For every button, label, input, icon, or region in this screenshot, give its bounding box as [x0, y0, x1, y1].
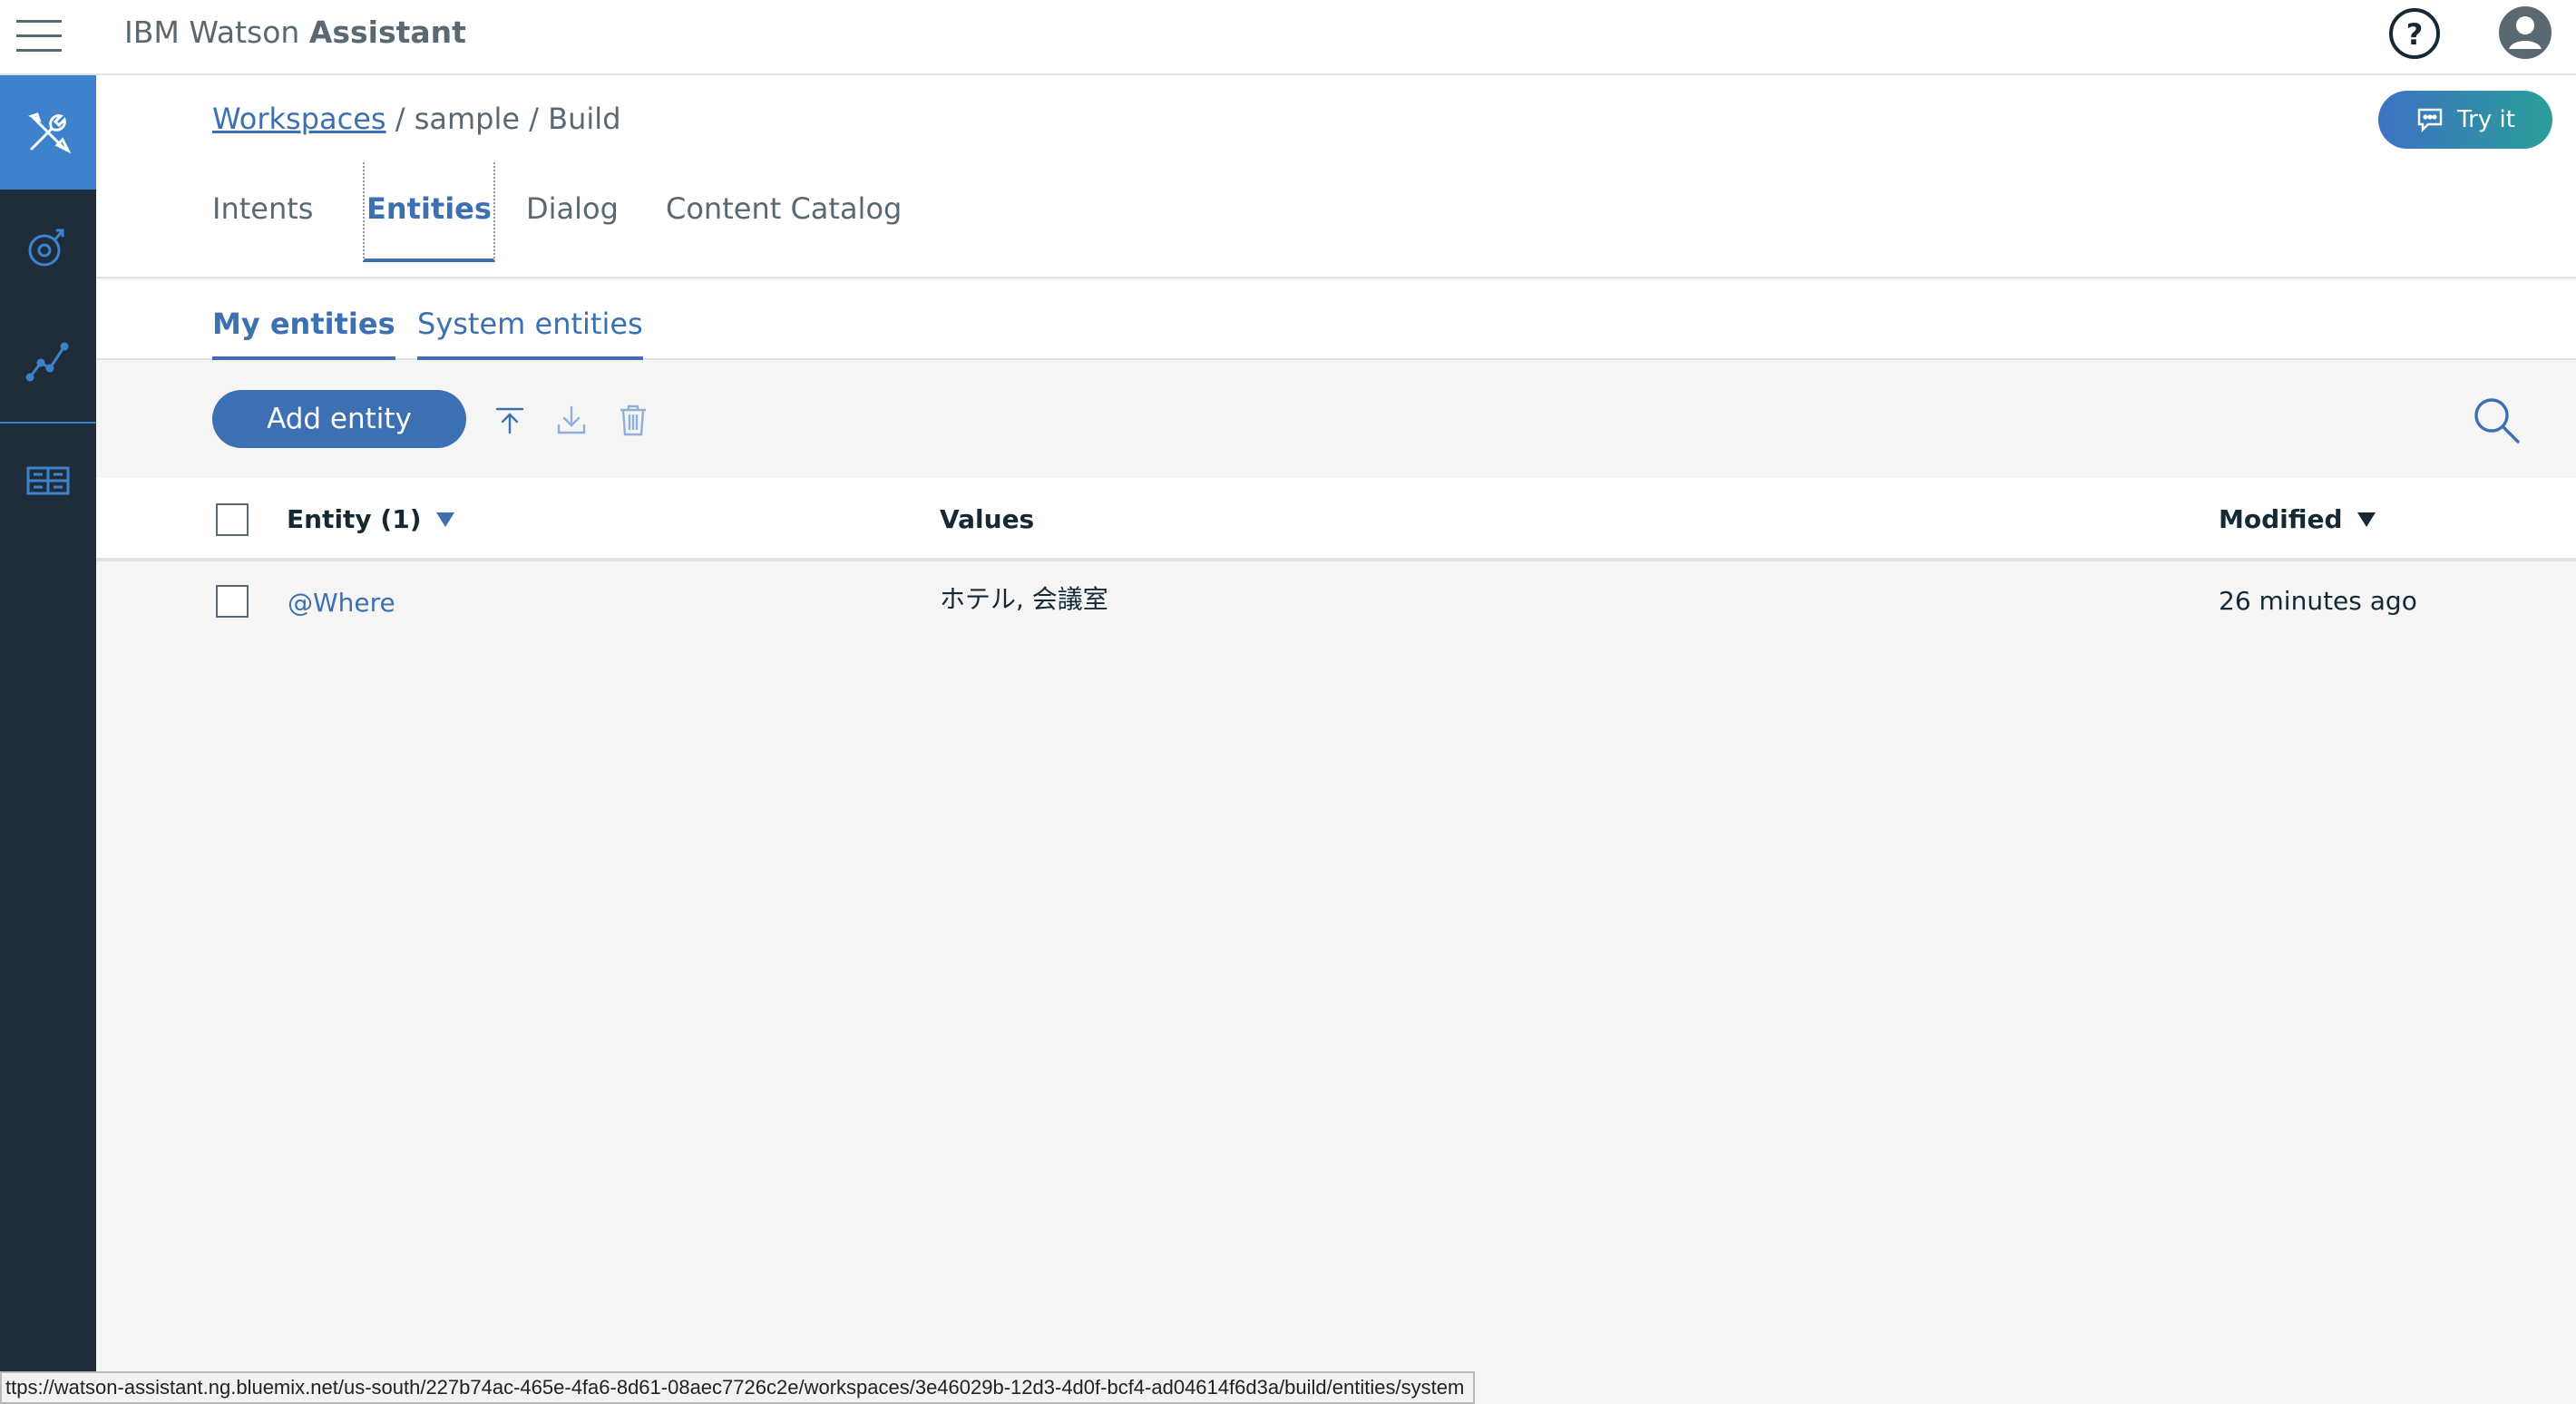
breadcrumb-path: / sample / Build	[385, 102, 621, 136]
brand-name: IBM Watson	[124, 15, 309, 50]
tab-entities[interactable]: Entities	[363, 162, 495, 262]
row-checkbox[interactable]	[216, 585, 249, 618]
table-header: Entity (1) Values Modified	[96, 478, 2576, 561]
help-icon[interactable]: ?	[2387, 6, 2442, 61]
entity-modified: 26 minutes ago	[2219, 586, 2417, 616]
build-tools-icon	[28, 112, 72, 154]
hamburger-menu-icon[interactable]	[16, 16, 62, 58]
improve-icon	[28, 229, 64, 267]
trash-icon[interactable]	[615, 402, 651, 438]
sidebar-item-workspaces[interactable]	[0, 424, 96, 538]
brand-name-bold: Assistant	[308, 15, 466, 50]
try-it-label: Try it	[2457, 106, 2515, 133]
app-title: IBM Watson Assistant	[124, 13, 466, 53]
sidebar-item-improve[interactable]	[0, 190, 96, 304]
main-content: Workspaces / sample / Build Try it Inten…	[96, 75, 2576, 1374]
sidebar-item-build[interactable]	[0, 75, 96, 190]
try-it-button[interactable]: Try it	[2378, 91, 2552, 149]
upload-icon[interactable]	[492, 402, 528, 438]
entity-name-link[interactable]: @Where	[288, 585, 395, 621]
add-entity-button[interactable]: Add entity	[212, 390, 466, 448]
column-entity-label: Entity (1)	[287, 504, 422, 534]
sidebar-item-analytics[interactable]	[0, 304, 96, 418]
table-row: @Where ホテル, 会議室 26 minutes ago	[96, 565, 2576, 648]
download-icon[interactable]	[553, 402, 590, 438]
svg-text:?: ?	[2406, 17, 2424, 52]
column-modified-label: Modified	[2219, 504, 2343, 534]
subtab-my-entities[interactable]: My entities	[212, 280, 395, 360]
select-all-checkbox[interactable]	[216, 503, 249, 536]
breadcrumb: Workspaces / sample / Build	[212, 99, 621, 139]
column-header-modified[interactable]: Modified	[2219, 502, 2376, 538]
column-values-label: Values	[940, 504, 1035, 534]
entity-values: ホテル, 会議室	[940, 584, 1108, 614]
entity-subtabs: My entities System entities	[96, 280, 2576, 360]
sort-down-icon	[435, 512, 454, 527]
left-sidebar	[0, 75, 96, 1404]
tab-content-catalog[interactable]: Content Catalog	[666, 162, 902, 262]
sort-down-icon	[2356, 512, 2376, 527]
workspaces-grid-icon	[26, 466, 70, 495]
tab-dialog[interactable]: Dialog	[526, 162, 619, 262]
column-header-values: Values	[940, 502, 1034, 538]
page-header: Workspaces / sample / Build Try it Inten…	[96, 75, 2576, 278]
status-bar-url: ttps://watson-assistant.ng.bluemix.net/u…	[0, 1371, 1476, 1404]
search-icon[interactable]	[2471, 395, 2522, 445]
top-bar: IBM Watson Assistant ?	[0, 0, 2576, 75]
subtab-system-entities[interactable]: System entities	[417, 280, 643, 360]
column-header-entity[interactable]: Entity (1)	[287, 502, 454, 538]
chat-bubble-icon	[2417, 108, 2443, 132]
tab-intents[interactable]: Intents	[212, 162, 313, 262]
user-avatar-icon[interactable]	[2496, 4, 2554, 62]
analytics-icon	[25, 342, 69, 382]
breadcrumb-workspaces-link[interactable]: Workspaces	[212, 102, 386, 136]
